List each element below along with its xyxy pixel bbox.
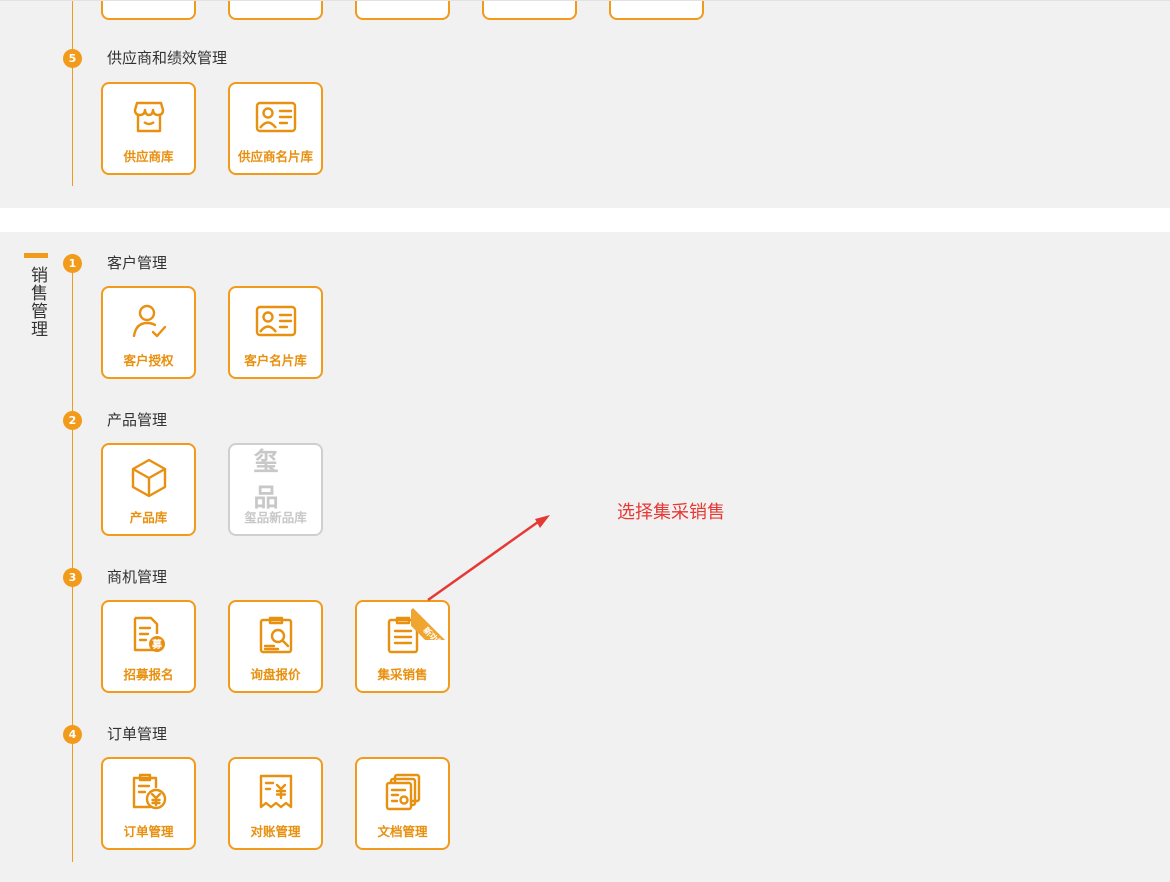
- annotation-arrow: [427, 515, 550, 602]
- annotation-text: 选择集采销售: [617, 502, 725, 523]
